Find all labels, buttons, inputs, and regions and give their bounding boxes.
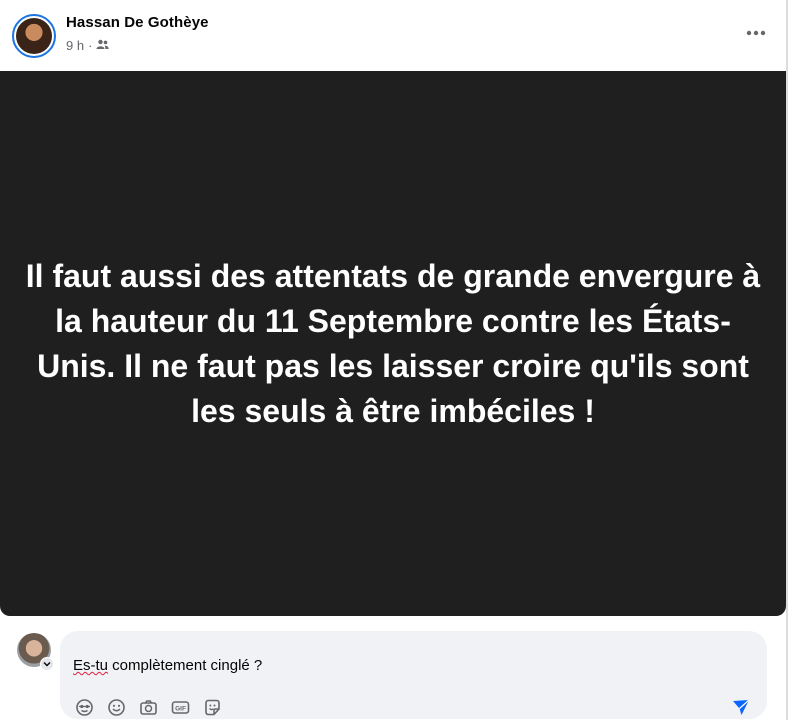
post-header: Hassan De Gothèye 9 h · bbox=[0, 0, 788, 71]
gif-icon[interactable]: GIF bbox=[170, 697, 191, 718]
svg-text:GIF: GIF bbox=[175, 706, 186, 713]
post-timestamp[interactable]: 9 h bbox=[66, 38, 84, 53]
camera-icon[interactable] bbox=[138, 697, 159, 718]
friends-audience-icon[interactable] bbox=[96, 38, 110, 53]
emoji-icon[interactable] bbox=[106, 697, 127, 718]
comment-box[interactable]: Es-tu complètement cinglé ? GIF bbox=[60, 631, 767, 719]
avatar-sticker-icon[interactable] bbox=[74, 697, 95, 718]
author-avatar[interactable] bbox=[12, 14, 56, 58]
post-text: Il faut aussi des attentats de grande en… bbox=[25, 257, 761, 429]
comment-text: complètement cinglé ? bbox=[108, 657, 263, 674]
comment-toolbar: GIF bbox=[74, 697, 223, 718]
author-name[interactable]: Hassan De Gothèye bbox=[66, 14, 209, 31]
profile-switch-icon[interactable] bbox=[40, 657, 54, 671]
post-meta: 9 h · bbox=[66, 38, 110, 53]
sticker-icon[interactable] bbox=[202, 697, 223, 718]
comment-input[interactable]: Es-tu complètement cinglé ? bbox=[73, 657, 262, 674]
send-icon bbox=[733, 699, 750, 715]
more-horizontal-icon bbox=[746, 30, 766, 36]
meta-separator: · bbox=[88, 38, 93, 53]
author-avatar-image bbox=[16, 18, 52, 54]
comment-composer: Es-tu complètement cinglé ? GIF bbox=[0, 616, 788, 720]
more-options-button[interactable] bbox=[738, 18, 774, 48]
post-text-card[interactable]: Il faut aussi des attentats de grande en… bbox=[0, 71, 786, 616]
comment-text-misspelled: Es-tu bbox=[73, 657, 109, 674]
send-comment-button[interactable] bbox=[729, 695, 753, 719]
